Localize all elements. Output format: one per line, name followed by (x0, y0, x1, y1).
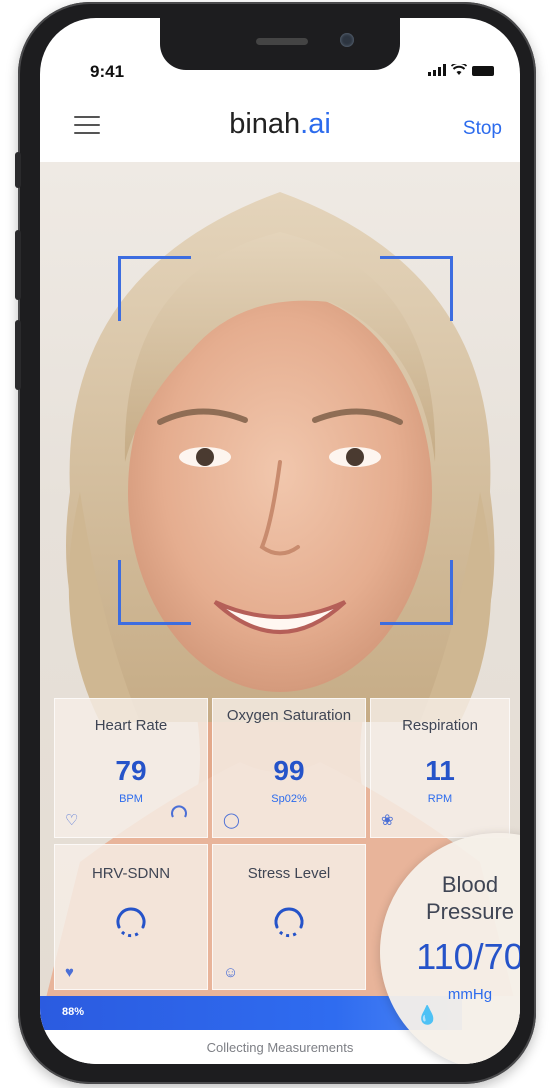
metric-unit: RPM (427, 793, 453, 805)
volume-down-button (15, 320, 21, 390)
bp-label-line1: Blood (441, 872, 499, 897)
scan-frame-top-right (380, 256, 453, 321)
drop-icon: 💧 (416, 1005, 439, 1025)
speaker (256, 38, 308, 45)
metric-label: Oxygen Saturation (226, 707, 352, 724)
oxygen-saturation-card: Oxygen Saturation 99 Sp02% ◯ (212, 698, 366, 838)
bp-label-line2: Pressure (425, 899, 515, 924)
stress-level-card: Stress Level ☺ (212, 844, 366, 990)
metric-label: Heart Rate (94, 717, 168, 734)
progress-label: 88% (62, 1006, 85, 1018)
loading-spinner-icon (116, 907, 146, 938)
status-icons (428, 64, 494, 76)
metric-value: 99 (273, 755, 305, 786)
metric-value: 79 (115, 755, 147, 786)
loading-spinner-icon (274, 907, 304, 938)
front-camera (340, 33, 354, 47)
metric-unit: Sp02% (271, 793, 307, 805)
heart-icon: ♡ (65, 812, 79, 829)
signal-icon (428, 64, 446, 76)
metric-label: Stress Level (247, 865, 331, 882)
metric-label: Respiration (402, 717, 478, 734)
volume-up-button (15, 230, 21, 300)
scan-frame-bottom-left (118, 560, 191, 625)
bp-value: 110/70 (416, 936, 520, 977)
brand-accent: .ai (300, 108, 331, 140)
battery-icon (472, 66, 494, 76)
scan-frame-top-left (118, 256, 191, 321)
ecg-icon: ♥ (65, 964, 74, 981)
bp-unit: mmHg (447, 986, 493, 1003)
metric-label: HRV-SDNN (91, 865, 171, 882)
respiration-card: Respiration 11 RPM ❀ (370, 698, 510, 838)
smiley-icon: ☺ (223, 964, 239, 981)
wifi-icon (451, 64, 467, 75)
metric-value: 11 (425, 755, 455, 786)
status-time: 9:41 (90, 62, 125, 81)
app-header: binah.ai Stop (40, 86, 520, 162)
mute-switch (15, 152, 21, 188)
notch (160, 18, 400, 70)
heart-rate-card: Heart Rate 79 BPM ♡ (54, 698, 208, 838)
bp-label: Blood Pressure (380, 871, 520, 925)
oxygen-icon: ◯ (223, 812, 240, 829)
loading-spinner-icon (171, 805, 187, 818)
phone-screen: 9:41 binah.ai Stop Heart Rate 79 BPM ♡ O… (40, 18, 520, 1064)
brand-main: binah (229, 108, 301, 140)
scan-frame-bottom-right (380, 560, 453, 625)
lungs-icon: ❀ (381, 812, 394, 829)
hrv-sdnn-card: HRV-SDNN ♥ (54, 844, 208, 990)
brand-logo: binah.ai (40, 108, 520, 141)
stop-button[interactable]: Stop (463, 118, 502, 140)
